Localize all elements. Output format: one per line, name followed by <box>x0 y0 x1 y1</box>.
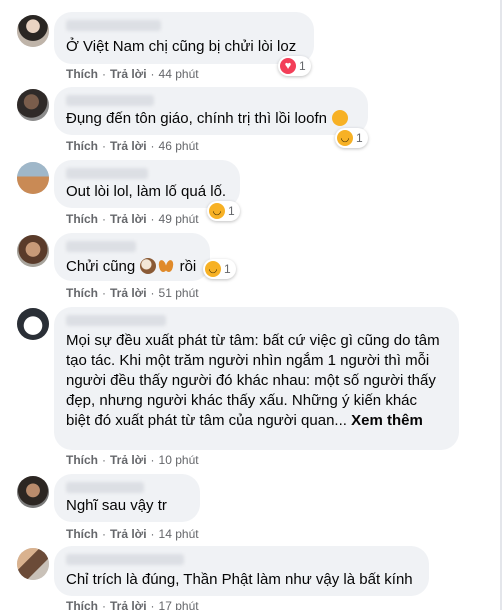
comment-actions: Thích · Trả lời · 46 phút <box>66 139 199 153</box>
timestamp[interactable]: 49 phút <box>159 212 199 226</box>
haha-icon: ◡ <box>337 130 353 146</box>
author-name-redacted[interactable] <box>66 482 144 493</box>
reply-link[interactable]: Trả lời <box>110 286 147 300</box>
comment-text: Chỉ trích là đúng, Thần Phật làm như vậy… <box>66 571 413 588</box>
comment-text-body: Đụng đến tôn giáo, chính trị thì lồi loo… <box>66 110 328 127</box>
comment-actions: Thích · Trả lời · 51 phút <box>66 286 199 300</box>
reaction-count: 1 <box>224 262 231 276</box>
comment-actions: Thích · Trả lời · 17 phút <box>66 599 199 610</box>
timestamp[interactable]: 51 phút <box>159 286 199 300</box>
reaction-count: 1 <box>228 204 235 218</box>
author-name-redacted[interactable] <box>66 168 148 179</box>
reaction-count: 1 <box>299 59 306 73</box>
haha-icon: ◡ <box>209 203 225 219</box>
timestamp[interactable]: 44 phút <box>159 67 199 81</box>
see-more-link[interactable]: Xem thêm <box>351 412 423 429</box>
comment-text: Nghĩ sau vậy tr <box>66 497 167 514</box>
author-name-redacted[interactable] <box>66 241 136 252</box>
like-link[interactable]: Thích <box>66 599 98 610</box>
coconut-emoji-icon <box>140 258 157 274</box>
comment-bubble: Nghĩ sau vậy tr <box>54 474 200 522</box>
like-link[interactable]: Thích <box>66 67 98 81</box>
avatar[interactable] <box>17 162 49 194</box>
haha-icon: ◡ <box>205 261 221 277</box>
reaction-summary[interactable]: ◡ 1 <box>335 128 368 148</box>
reply-link[interactable]: Trả lời <box>110 599 147 610</box>
comment-text: Mọi sự đều xuất phát từ tâm: bất cứ việc… <box>66 331 444 431</box>
comment-text-after: rồi <box>179 258 197 275</box>
reply-link[interactable]: Trả lời <box>110 212 147 226</box>
author-name-redacted[interactable] <box>66 315 166 326</box>
author-name-redacted[interactable] <box>66 95 154 106</box>
reaction-summary[interactable]: ◡ 1 <box>203 259 236 279</box>
comment-text: Ở Việt Nam chị cũng bị chửi lòi loz <box>66 38 297 55</box>
comment-actions: Thích · Trả lời · 44 phút <box>66 67 199 81</box>
comment-bubble: Đụng đến tôn giáo, chính trị thì lồi loo… <box>54 87 368 135</box>
reaction-summary[interactable]: ♥ 1 <box>278 56 311 76</box>
like-link[interactable]: Thích <box>66 212 98 226</box>
comment-actions: Thích · Trả lời · 49 phút <box>66 212 199 226</box>
comment-actions: Thích · Trả lời · 10 phút <box>66 453 199 467</box>
author-name-redacted[interactable] <box>66 20 161 31</box>
avatar[interactable] <box>17 89 49 121</box>
timestamp[interactable]: 10 phút <box>159 453 199 467</box>
butterfly-emoji-icon <box>158 258 174 274</box>
avatar[interactable] <box>17 548 49 580</box>
timestamp[interactable]: 14 phút <box>159 527 199 541</box>
avatar[interactable] <box>17 308 49 340</box>
like-link[interactable]: Thích <box>66 527 98 541</box>
reaction-count: 1 <box>356 131 363 145</box>
reply-link[interactable]: Trả lời <box>110 139 147 153</box>
timestamp[interactable]: 17 phút <box>159 599 199 610</box>
author-name-redacted[interactable] <box>66 554 184 565</box>
comment-text: Chửi cũng rồi <box>66 257 196 277</box>
comment-text-before: Chửi cũng <box>66 258 136 275</box>
comment-bubble: Chỉ trích là đúng, Thần Phật làm như vậy… <box>54 546 429 596</box>
love-icon: ♥ <box>280 58 296 74</box>
like-link[interactable]: Thích <box>66 139 98 153</box>
comment-actions: Thích · Trả lời · 14 phút <box>66 527 199 541</box>
reply-link[interactable]: Trả lời <box>110 453 147 467</box>
comment-text: Đụng đến tôn giáo, chính trị thì lồi loo… <box>66 109 349 129</box>
comment-bubble: Chửi cũng rồi <box>54 233 210 281</box>
like-link[interactable]: Thích <box>66 286 98 300</box>
avatar[interactable] <box>17 476 49 508</box>
reaction-summary[interactable]: ◡ 1 <box>207 201 240 221</box>
avatar[interactable] <box>17 15 49 47</box>
like-link[interactable]: Thích <box>66 453 98 467</box>
timestamp[interactable]: 46 phút <box>159 139 199 153</box>
avatar[interactable] <box>17 235 49 267</box>
comment-bubble: Ở Việt Nam chị cũng bị chửi lòi loz <box>54 12 314 64</box>
laughing-emoji-icon <box>332 110 349 126</box>
comment-text: Out lòi lol, làm lố quá lố. <box>66 183 227 200</box>
comment-bubble: Mọi sự đều xuất phát từ tâm: bất cứ việc… <box>54 307 459 450</box>
reply-link[interactable]: Trả lời <box>110 67 147 81</box>
reply-link[interactable]: Trả lời <box>110 527 147 541</box>
